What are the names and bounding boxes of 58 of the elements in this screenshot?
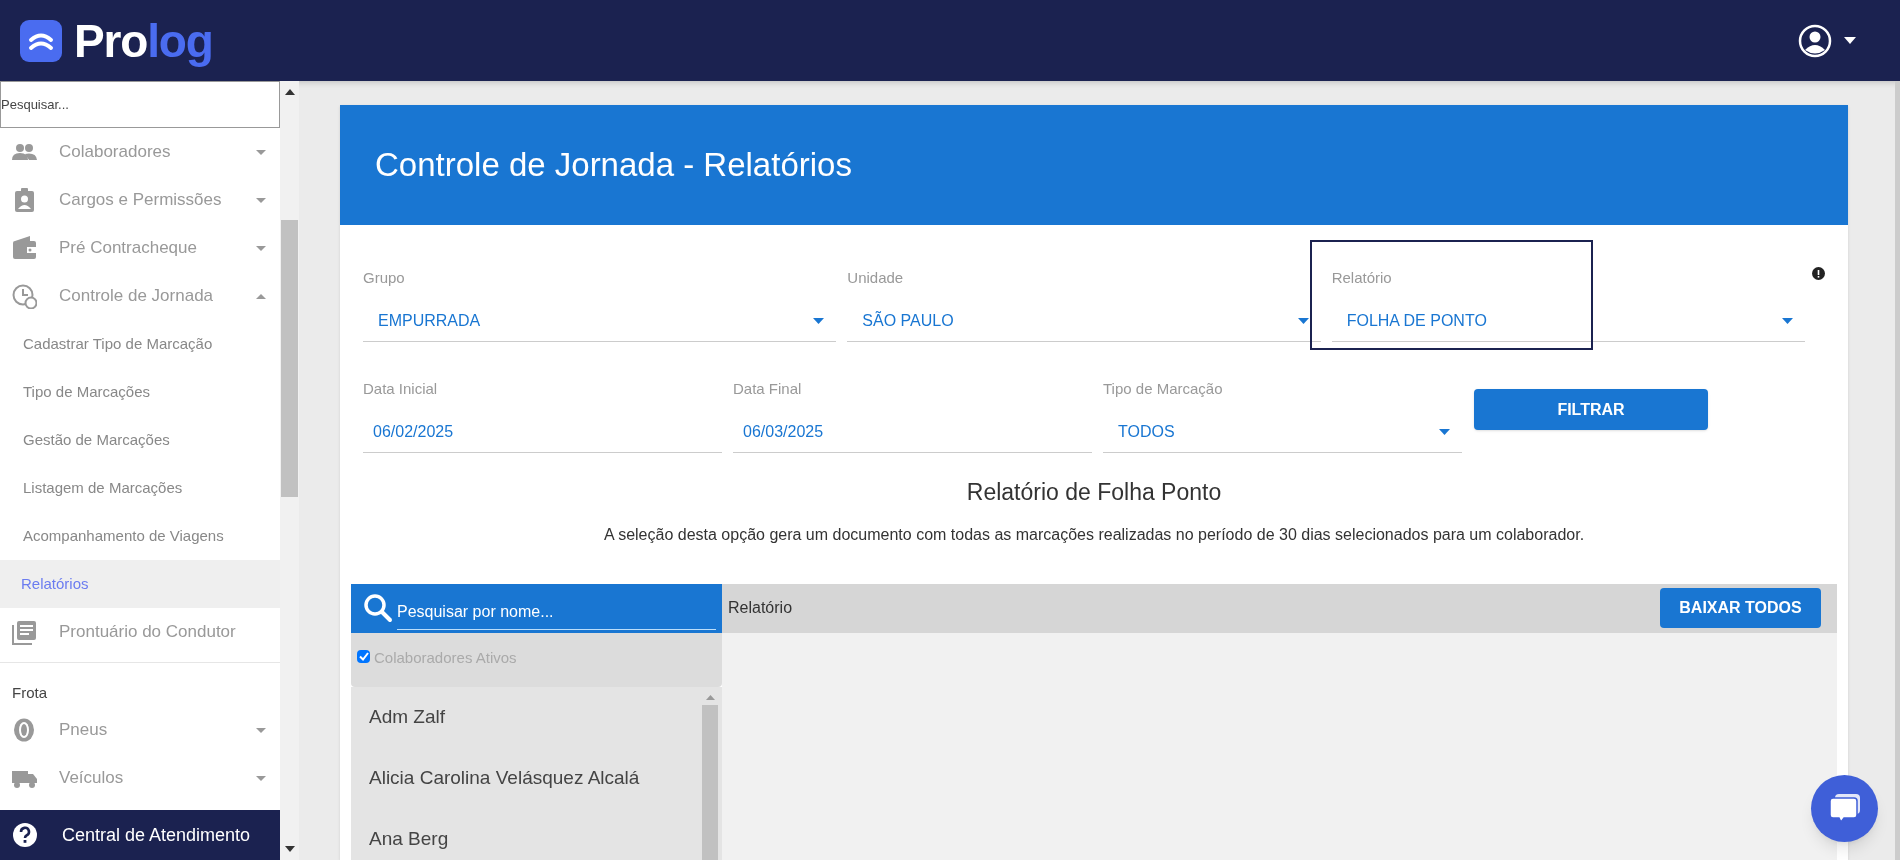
submenu-item[interactable]: Gestão de Marcações bbox=[0, 416, 280, 464]
dropdown-caret-icon bbox=[1297, 318, 1309, 324]
filter-button[interactable]: FILTRAR bbox=[1474, 389, 1708, 430]
sidebar-item[interactable]: Colaboradores bbox=[0, 128, 280, 176]
sidebar-item[interactable]: Pneus bbox=[0, 706, 280, 754]
dropdown-caret-icon bbox=[1439, 429, 1450, 435]
column-header: Relatório bbox=[728, 598, 793, 618]
field-label: Unidade bbox=[847, 268, 905, 288]
dropdown-caret-icon bbox=[813, 318, 825, 324]
scroll-down-icon[interactable] bbox=[284, 846, 295, 852]
sidebar-search-field[interactable]: Pesquisar... bbox=[0, 81, 280, 128]
info-icon[interactable] bbox=[1812, 267, 1825, 280]
user-avatar-icon[interactable] bbox=[1798, 23, 1832, 58]
sidebar-item[interactable]: Cargos e Permissões bbox=[0, 176, 280, 224]
scrollbar-thumb[interactable] bbox=[702, 704, 718, 860]
date-field[interactable]: 06/02/2025 bbox=[363, 412, 722, 453]
date-field[interactable]: 06/03/2025 bbox=[733, 412, 1092, 453]
caret-icon[interactable] bbox=[1844, 37, 1856, 44]
field-label: Data Final bbox=[733, 379, 803, 399]
submenu-item[interactable]: Relatórios bbox=[0, 560, 280, 608]
id-badge-icon bbox=[12, 187, 37, 213]
report-title: Relatório de Folha Ponto bbox=[965, 478, 1223, 507]
field-label: Relatório bbox=[1331, 268, 1393, 288]
tire-icon bbox=[12, 717, 37, 743]
select-field[interactable]: SÃO PAULO bbox=[847, 301, 1321, 342]
select-field[interactable]: TODOS bbox=[1103, 412, 1462, 453]
card-header: Controle de Jornada - Relatórios bbox=[340, 105, 1848, 225]
employee-item[interactable]: Ana Berg bbox=[351, 808, 701, 860]
sidebar-item[interactable]: Pré Contracheque bbox=[0, 224, 280, 272]
select-field[interactable]: FOLHA DE PONTO bbox=[1331, 301, 1805, 342]
employee-item[interactable]: Alicia Carolina Velásquez Alcalá bbox=[351, 747, 701, 809]
field-label: Tipo de Marcação bbox=[1103, 379, 1224, 399]
wallet-icon bbox=[12, 235, 37, 261]
search-icon bbox=[363, 593, 393, 623]
select-field[interactable]: EMPURRADA bbox=[363, 301, 837, 342]
scrollbar-thumb[interactable] bbox=[281, 220, 298, 497]
employee-item[interactable]: Adm Zalf bbox=[351, 686, 701, 748]
section-label: Frota bbox=[12, 682, 47, 703]
download-all-button[interactable]: BAIXAR TODOS bbox=[1660, 588, 1821, 628]
field-label: Grupo bbox=[363, 268, 406, 288]
help-icon bbox=[12, 822, 38, 848]
report-description: A seleção desta opção gera um documento com todas as marcações realizadas no período de 30 dias selecionados para um colaborador. bbox=[602, 524, 1586, 545]
dropdown-caret-icon bbox=[1782, 318, 1793, 324]
submenu-item[interactable]: Cadastrar Tipo de Marcação bbox=[0, 320, 280, 368]
sidebar-item[interactable]: Controle de Jornada bbox=[0, 272, 280, 320]
document-icon bbox=[12, 619, 37, 645]
clock-icon bbox=[12, 283, 37, 309]
submenu-item[interactable]: Listagem de Marcações bbox=[0, 464, 280, 512]
sidebar-item[interactable]: Prontuário do Condutor bbox=[0, 608, 280, 656]
name-search-field[interactable]: Pesquisar por nome... bbox=[351, 583, 722, 633]
field-label: Data Inicial bbox=[363, 379, 439, 399]
submenu-item[interactable]: Tipo de Marcações bbox=[0, 368, 280, 416]
sidebar-item[interactable]: Veículos bbox=[0, 754, 280, 802]
checkbox[interactable] bbox=[357, 649, 370, 663]
scroll-up-icon[interactable] bbox=[284, 89, 295, 95]
submenu-item[interactable]: Acompanhamento de Viagens bbox=[0, 512, 280, 560]
help-center-button[interactable]: Central de Atendimento bbox=[0, 810, 280, 860]
logo-icon bbox=[20, 19, 62, 62]
